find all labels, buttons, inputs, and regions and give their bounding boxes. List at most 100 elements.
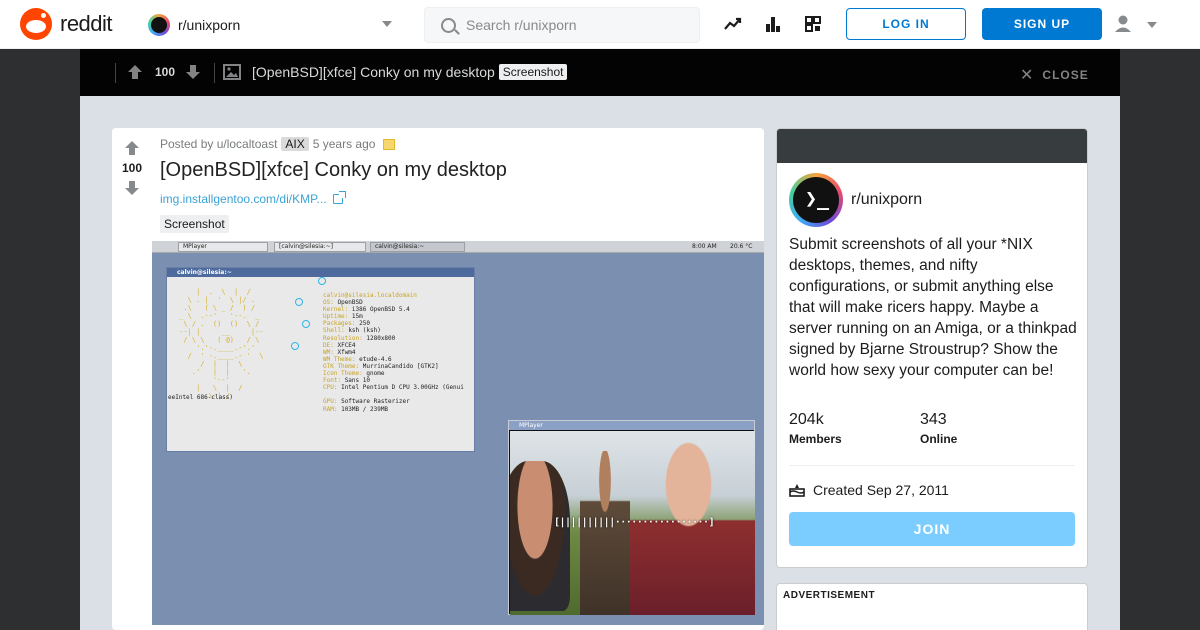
trending-icon[interactable] xyxy=(721,12,745,36)
close-label: CLOSE xyxy=(1042,68,1089,82)
info-value: OpenBSD xyxy=(337,299,363,307)
post-bar-score: 100 xyxy=(154,65,176,79)
external-link-icon xyxy=(332,191,346,204)
search-icon xyxy=(441,17,456,33)
terminal-line: eeIntel 686-class) xyxy=(168,394,234,401)
upvote-icon[interactable] xyxy=(123,140,141,156)
post-bar-title: [OpenBSD][xfce] Conky on my desktop xyxy=(252,64,495,80)
video-person xyxy=(510,461,570,611)
task-item: MPlayer xyxy=(178,242,268,252)
task-item: calvin@silesia:~ xyxy=(370,242,465,252)
info-value: Software Rasterizer xyxy=(341,398,410,406)
info-value: XFCE4 xyxy=(337,341,356,349)
desktop-taskbar: MPlayer [calvin@silesia:~] calvin@silesi… xyxy=(152,241,764,253)
mplayer-title: MPlayer xyxy=(509,421,754,430)
system-info: calvin@silesia.localdomain OS: OpenBSD K… xyxy=(323,292,464,413)
divider xyxy=(789,465,1075,466)
community-sidebar: ❯_ r/unixporn Submit screenshots of all … xyxy=(776,128,1088,568)
divider xyxy=(214,63,215,83)
join-button[interactable]: JOIN xyxy=(789,512,1075,546)
charts-icon[interactable] xyxy=(761,12,785,36)
info-value: 15m xyxy=(351,313,363,321)
downvote-icon[interactable] xyxy=(184,63,202,81)
info-key: WM: xyxy=(323,348,334,356)
post-meta: Posted by u/localtoast AIX 5 years ago xyxy=(160,137,396,151)
online-stat: 343 Online xyxy=(920,411,957,446)
post-bar-flair[interactable]: Screenshot xyxy=(498,64,568,80)
members-count: 204k xyxy=(789,411,824,428)
task-item: [calvin@silesia:~] xyxy=(274,242,366,252)
info-value: i386 OpenBSD 5.4 xyxy=(351,306,410,314)
info-key: Icon Theme: xyxy=(323,370,363,378)
info-key: DE: xyxy=(323,341,334,349)
reddit-logo[interactable]: reddit xyxy=(20,8,113,40)
post-bar-title-wrap: [OpenBSD][xfce] Conky on my desktop Scree… xyxy=(252,64,568,80)
search-input[interactable] xyxy=(466,17,686,33)
user-icon xyxy=(1115,15,1157,32)
video-frame: [||||||||||·················] xyxy=(510,431,755,615)
image-post-icon xyxy=(223,64,241,80)
info-value: MurrinaCandido [GTK2] xyxy=(362,362,439,370)
post-title[interactable]: [OpenBSD][xfce] Conky on my desktop xyxy=(160,159,507,182)
created-date: Created Sep 27, 2011 xyxy=(789,482,949,498)
post-score: 100 xyxy=(121,161,143,175)
upvote-icon[interactable] xyxy=(126,63,144,81)
info-key: Shell: xyxy=(323,327,345,335)
post-age[interactable]: 5 years ago xyxy=(313,137,376,151)
user-menu[interactable] xyxy=(1114,14,1162,34)
community-dropdown[interactable]: r/unixporn xyxy=(148,12,402,38)
community-icon xyxy=(148,14,170,36)
info-value: 250 xyxy=(359,320,370,328)
logo-wordmark: reddit xyxy=(60,11,113,36)
close-button[interactable]: ✕ CLOSE xyxy=(1020,65,1089,85)
tray-temp: 20.6 °C xyxy=(730,243,753,250)
coins-icon[interactable] xyxy=(801,12,825,36)
video-puppet xyxy=(580,451,630,615)
signup-button[interactable]: SIGN UP xyxy=(982,8,1102,40)
info-key: GTK Theme: xyxy=(323,362,360,370)
info-key: RAM: xyxy=(323,405,338,413)
terminal-prompt-icon: ❯_ xyxy=(805,186,830,210)
main-content: 100 Posted by u/localtoast AIX 5 years a… xyxy=(80,96,1120,630)
community-avatar: ❯_ xyxy=(789,173,843,227)
terminal-title: calvin@silesia:~ xyxy=(167,268,474,277)
sidebar-community-name[interactable]: r/unixporn xyxy=(851,191,922,209)
login-button[interactable]: LOG IN xyxy=(846,8,966,40)
post-card: 100 Posted by u/localtoast AIX 5 years a… xyxy=(112,128,764,630)
video-person xyxy=(630,441,755,615)
openbsd-ascii-logo: | . \ | / \ . | ' \ |/ . .\ ( \ _ / ) / … xyxy=(179,288,264,400)
sidebar-banner xyxy=(777,129,1087,163)
post-overlay-bar: 100 [OpenBSD][xfce] Conky on my desktop S… xyxy=(80,49,1120,96)
snoo-icon xyxy=(20,8,52,40)
close-icon: ✕ xyxy=(1020,67,1035,84)
info-key: Packages: xyxy=(323,320,356,328)
vote-column: 100 xyxy=(112,128,152,630)
conky-ring xyxy=(302,320,310,328)
ad-label: ADVERTISEMENT xyxy=(783,590,876,601)
info-value: Xfwm4 xyxy=(337,348,356,356)
info-value: Sans 10 xyxy=(344,377,370,385)
info-key: Uptime: xyxy=(323,313,349,321)
user-flair: AIX xyxy=(281,137,309,151)
members-label: Members xyxy=(789,432,842,446)
members-stat: 204k Members xyxy=(789,411,842,446)
downvote-icon[interactable] xyxy=(123,180,141,196)
info-value: Intel Pentium D CPU 3.00GHz (Genui xyxy=(341,384,464,392)
mplayer-osd: [||||||||||·················] xyxy=(554,517,715,528)
online-label: Online xyxy=(920,432,958,446)
post-link-text: img.installgentoo.com/di/KMP... xyxy=(160,192,327,206)
posted-by[interactable]: Posted by u/localtoast xyxy=(160,137,277,151)
info-value: ksh (ksh) xyxy=(348,327,381,335)
conky-ring xyxy=(318,277,326,285)
info-key: Font: xyxy=(323,377,342,385)
info-value: 103MB / 239MB xyxy=(341,405,389,413)
post-image[interactable]: MPlayer [calvin@silesia:~] calvin@silesi… xyxy=(152,241,764,625)
info-key: GPU: xyxy=(323,398,338,406)
online-count: 343 xyxy=(920,411,947,428)
info-value: 1280x800 xyxy=(366,334,396,342)
host-line: calvin@silesia.localdomain xyxy=(323,292,417,299)
search-bar[interactable] xyxy=(424,7,700,43)
post-link[interactable]: img.installgentoo.com/di/KMP... xyxy=(160,191,346,206)
post-flair[interactable]: Screenshot xyxy=(160,215,229,233)
info-key: OS: xyxy=(323,299,334,307)
